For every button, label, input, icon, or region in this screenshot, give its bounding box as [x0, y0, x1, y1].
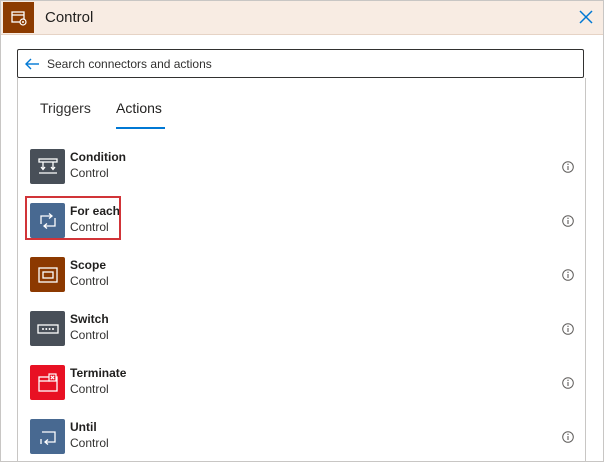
- action-item-condition[interactable]: Condition Control: [18, 148, 585, 202]
- info-icon[interactable]: [562, 215, 574, 227]
- search-box: [17, 49, 584, 78]
- panel-title: Control: [45, 9, 94, 26]
- info-icon[interactable]: [562, 431, 574, 443]
- action-name: Condition: [70, 150, 126, 164]
- highlight-box: [25, 196, 121, 240]
- action-item-switch[interactable]: Switch Control: [18, 310, 585, 364]
- control-settings-icon: [3, 2, 34, 33]
- tab-actions[interactable]: Actions: [116, 100, 162, 116]
- action-connector: Control: [70, 436, 109, 450]
- action-connector: Control: [70, 382, 109, 396]
- search-input[interactable]: [47, 53, 567, 74]
- close-icon: [579, 10, 593, 24]
- tab-triggers[interactable]: Triggers: [40, 100, 91, 116]
- info-icon[interactable]: [562, 269, 574, 281]
- action-item-until[interactable]: Until Control: [18, 418, 585, 472]
- condition-icon: [30, 149, 65, 184]
- info-icon[interactable]: [562, 323, 574, 335]
- close-button[interactable]: [577, 8, 595, 26]
- info-icon[interactable]: [562, 161, 574, 173]
- action-connector: Control: [70, 166, 109, 180]
- tab-selected-indicator: [116, 127, 165, 129]
- action-connector: Control: [70, 328, 109, 342]
- back-arrow-icon[interactable]: [24, 56, 40, 72]
- action-name: Switch: [70, 312, 109, 326]
- action-name: Scope: [70, 258, 107, 272]
- terminate-icon: [30, 365, 65, 400]
- info-icon[interactable]: [562, 377, 574, 389]
- action-name: Terminate: [70, 366, 127, 380]
- until-icon: [30, 419, 65, 454]
- switch-icon: [30, 311, 65, 346]
- scope-icon: [30, 257, 65, 292]
- action-connector: Control: [70, 274, 109, 288]
- panel-header: Control: [1, 1, 603, 35]
- action-name: Until: [70, 420, 97, 434]
- action-item-terminate[interactable]: Terminate Control: [18, 364, 585, 418]
- action-item-scope[interactable]: Scope Control: [18, 256, 585, 310]
